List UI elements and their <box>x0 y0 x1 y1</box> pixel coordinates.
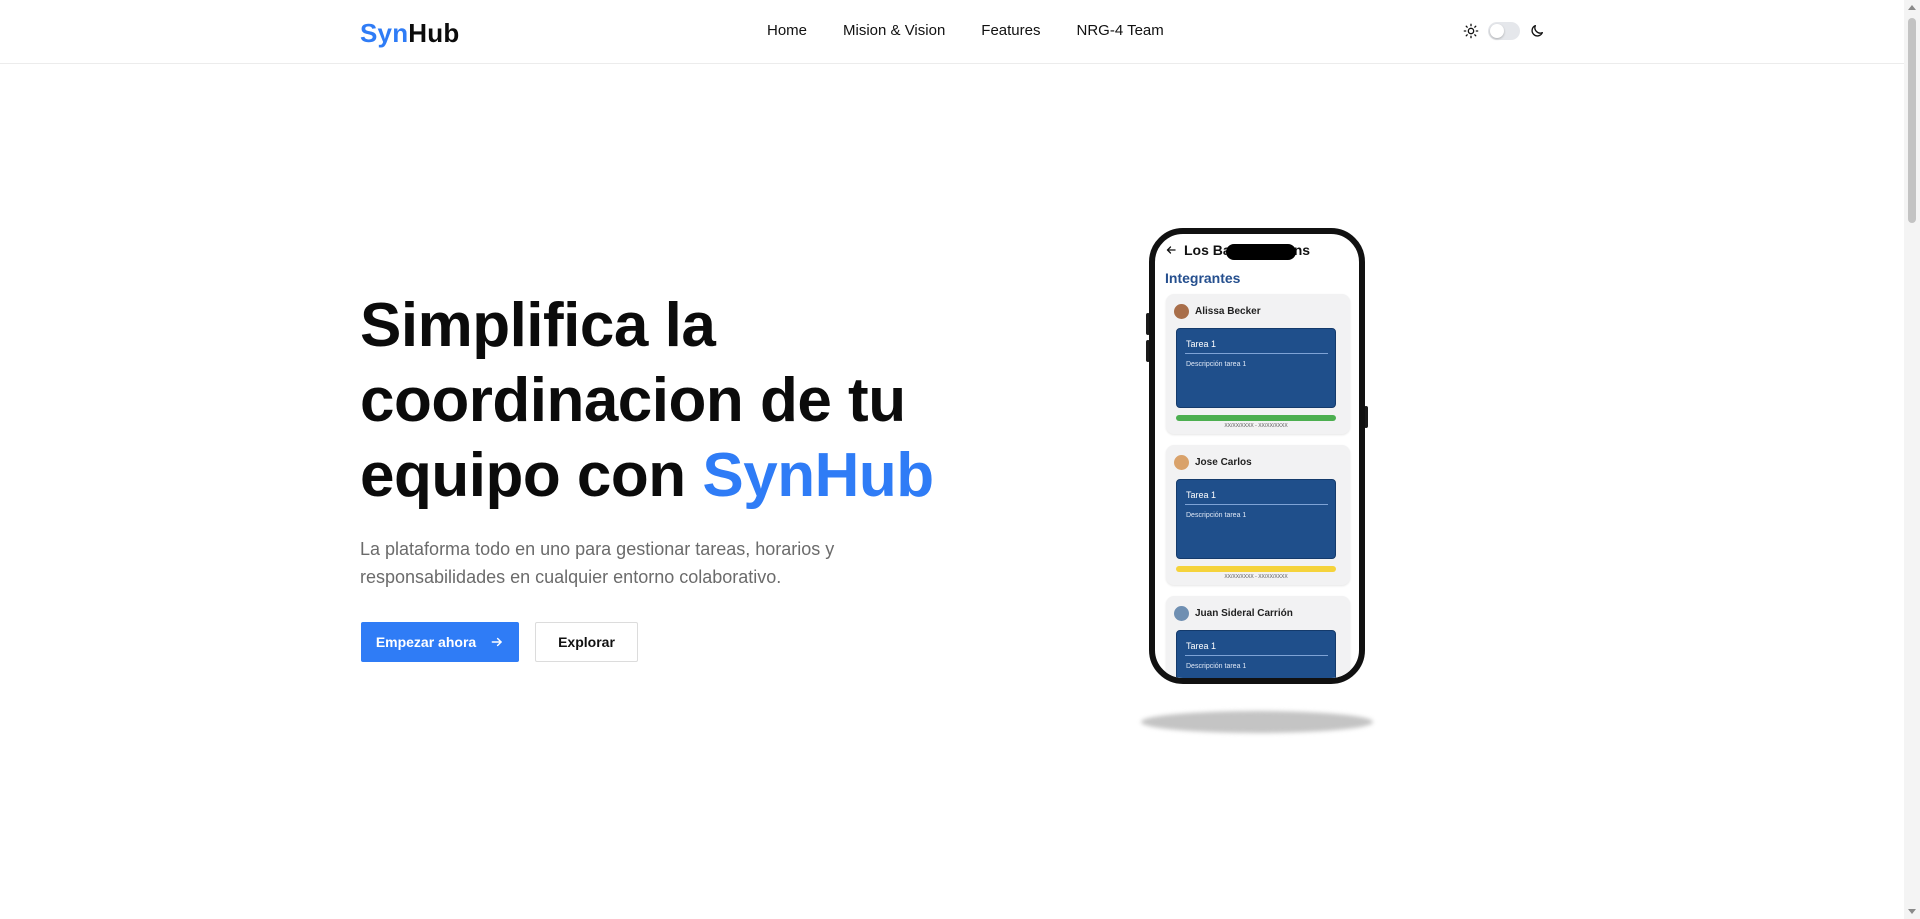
theme-toggle-knob <box>1490 24 1504 38</box>
group-title-end: ns <box>1293 242 1311 258</box>
scroll-down-arrow-icon[interactable] <box>1908 909 1916 914</box>
task-description: Descripción tarea 1 <box>1186 663 1247 670</box>
brand-logo-part2: Hub <box>408 18 460 48</box>
phone-notch <box>1226 244 1296 260</box>
phone-shadow <box>1141 711 1373 733</box>
task-divider <box>1185 504 1328 505</box>
nav-features-link[interactable]: Features <box>981 22 1040 39</box>
hero-subtitle: La plataforma todo en uno para gestionar… <box>360 539 835 587</box>
avatar <box>1174 606 1189 621</box>
task-dates: XX/XX/XXXX - XX/XX/XXXX <box>1224 423 1288 429</box>
brand-logo[interactable]: SynHub <box>360 18 459 49</box>
phone-screen: Los Ba ns Integrantes Alissa Becker Tare… <box>1149 228 1365 684</box>
explore-button[interactable]: Explorar <box>535 622 638 662</box>
task-description: Descripción tarea 1 <box>1186 361 1247 368</box>
hero-title-accent: SynHub <box>702 441 934 510</box>
task-card[interactable]: Tarea 1 Descripción tarea 1 <box>1176 630 1336 678</box>
task-status-bar <box>1176 415 1336 421</box>
member-name: Alissa Becker <box>1195 306 1261 317</box>
sun-icon <box>1463 23 1479 39</box>
task-dates: XX/XX/XXXX - XX/XX/XXXX <box>1224 574 1288 580</box>
avatar <box>1174 455 1189 470</box>
moon-icon <box>1531 25 1543 37</box>
scroll-up-arrow-icon[interactable] <box>1908 5 1916 10</box>
member-card[interactable]: Jose Carlos Tarea 1 Descripción tarea 1 … <box>1166 445 1350 585</box>
task-status-bar <box>1176 566 1336 572</box>
member-card[interactable]: Alissa Becker Tarea 1 Descripción tarea … <box>1166 294 1350 434</box>
nav-team-link[interactable]: NRG-4 Team <box>1077 22 1164 39</box>
task-divider <box>1185 655 1328 656</box>
theme-toggle[interactable] <box>1488 22 1520 40</box>
member-header: Alissa Becker <box>1174 304 1261 319</box>
scrollbar-thumb[interactable] <box>1908 18 1916 223</box>
hero-title: Simplifica la coordinacion de tu equipo … <box>360 288 960 513</box>
brand-logo-part1: Syn <box>360 18 409 48</box>
task-title: Tarea 1 <box>1186 641 1217 651</box>
member-name: Jose Carlos <box>1195 457 1252 468</box>
member-header: Jose Carlos <box>1174 455 1252 470</box>
member-card[interactable]: Juan Sideral Carrión Tarea 1 Descripción… <box>1166 596 1350 678</box>
task-divider <box>1185 353 1328 354</box>
task-card[interactable]: Tarea 1 Descripción tarea 1 <box>1176 479 1336 559</box>
task-title: Tarea 1 <box>1186 339 1217 349</box>
group-title: Los Ba <box>1184 242 1231 258</box>
members-section-title: Integrantes <box>1165 270 1241 286</box>
start-now-button[interactable]: Empezar ahora <box>361 622 519 662</box>
nav-home-link[interactable]: Home <box>767 22 807 39</box>
nav-mision-vision-link[interactable]: Mision & Vision <box>843 22 945 39</box>
arrow-right-icon <box>491 637 502 647</box>
back-arrow-icon[interactable] <box>1165 244 1177 256</box>
page-scrollbar[interactable] <box>1904 0 1920 919</box>
main-nav: Home Mision & Vision Features NRG-4 Team <box>767 22 1200 39</box>
start-now-label: Empezar ahora <box>375 634 477 650</box>
member-header: Juan Sideral Carrión <box>1174 606 1293 621</box>
task-card[interactable]: Tarea 1 Descripción tarea 1 <box>1176 328 1336 408</box>
task-description: Descripción tarea 1 <box>1186 512 1247 519</box>
theme-switcher <box>1463 22 1545 40</box>
top-navbar: SynHub Home Mision & Vision Features NRG… <box>0 0 1904 64</box>
avatar <box>1174 304 1189 319</box>
task-title: Tarea 1 <box>1186 490 1217 500</box>
phone-mockup: Los Ba ns Integrantes Alissa Becker Tare… <box>1145 228 1369 688</box>
member-name: Juan Sideral Carrión <box>1195 608 1293 619</box>
